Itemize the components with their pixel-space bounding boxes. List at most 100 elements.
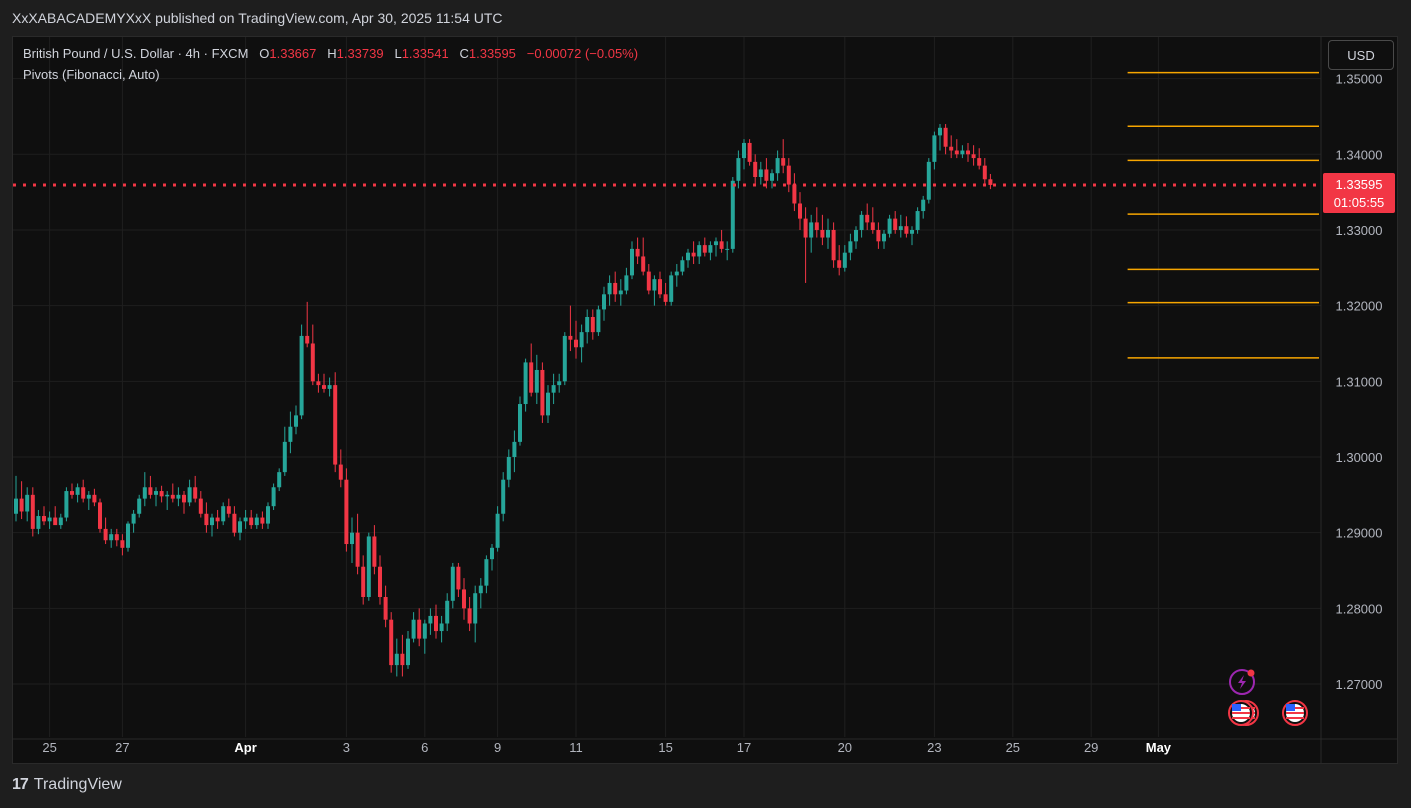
currency-button[interactable]: USD	[1328, 40, 1394, 70]
candle	[551, 373, 556, 405]
candle	[915, 207, 920, 234]
candle-body	[103, 528, 108, 541]
candle-body	[473, 593, 478, 624]
candle-body	[193, 487, 198, 499]
us-flag-icon[interactable]	[1282, 700, 1308, 726]
candlestick-chart[interactable]: 1.35000 1.34000 1.33000 1.32000 1.31000 1.300…	[13, 37, 1397, 763]
candle-body	[445, 600, 450, 624]
candle-body	[344, 479, 349, 545]
candle	[355, 513, 360, 575]
candle	[842, 245, 847, 272]
candle-body	[915, 211, 920, 230]
candle	[848, 233, 853, 261]
candle	[882, 229, 886, 249]
candle	[327, 377, 332, 397]
candle-body	[982, 165, 987, 180]
candle-body	[719, 241, 724, 249]
candle	[870, 207, 875, 234]
us-flag-icon[interactable]	[1228, 700, 1254, 726]
candle-body	[154, 491, 158, 495]
candle	[971, 145, 976, 166]
candle	[568, 305, 573, 352]
chart-panel[interactable]: 1.35000 1.34000 1.33000 1.32000 1.31000 1.300…	[12, 36, 1398, 764]
grid	[13, 37, 1397, 763]
candle	[501, 472, 506, 522]
candle-body	[271, 487, 276, 507]
candle-body	[232, 513, 237, 533]
candle	[585, 309, 590, 344]
candle	[350, 517, 354, 563]
lightning-icon[interactable]	[1229, 669, 1255, 695]
candle	[680, 256, 685, 276]
candle-body	[142, 487, 147, 499]
candle	[25, 487, 30, 522]
candle	[271, 483, 276, 510]
candle	[596, 305, 601, 336]
candle-body	[831, 229, 836, 261]
candle-body	[148, 487, 153, 495]
candle	[378, 555, 382, 605]
candle-body	[310, 343, 315, 382]
candle	[53, 506, 58, 526]
candle	[92, 488, 97, 507]
candle-body	[753, 161, 758, 177]
time-axis: 25 27 Apr 3 6 9 11 15 17 20 23 25 29 May	[42, 740, 1171, 755]
candle-body	[417, 619, 422, 639]
candle	[786, 158, 791, 193]
candle-body	[406, 638, 410, 666]
candle	[81, 479, 86, 503]
price-tick-label: 1.31000	[1336, 374, 1383, 389]
candle	[170, 483, 175, 503]
candle-body	[792, 184, 797, 204]
candle	[540, 362, 545, 423]
candle-body	[943, 127, 948, 147]
candle	[70, 483, 74, 499]
candle-body	[428, 615, 433, 624]
candle-body	[165, 494, 170, 497]
symbol-title[interactable]: British Pound / U.S. Dollar · 4h · FXCM	[23, 46, 248, 61]
candle	[434, 604, 438, 639]
candle	[798, 192, 802, 230]
candle-body	[764, 169, 769, 181]
candle	[478, 578, 483, 609]
candle-body	[81, 487, 86, 499]
candle-body	[775, 158, 780, 174]
candle-body	[674, 271, 679, 276]
candle-body	[663, 294, 668, 302]
candle-body	[98, 502, 102, 529]
candle	[725, 241, 730, 261]
candle	[462, 578, 466, 620]
candle	[954, 139, 959, 159]
candle-body	[870, 222, 875, 230]
time-tick-label: 27	[115, 740, 129, 755]
candle	[977, 148, 982, 170]
candle-body	[501, 479, 506, 514]
candle	[383, 585, 388, 628]
candle	[814, 207, 819, 238]
candle-body	[971, 154, 976, 159]
candle-body	[114, 534, 119, 541]
candle-body	[921, 199, 926, 212]
open-value: 1.33667	[269, 46, 317, 61]
time-tick-label: 23	[927, 740, 941, 755]
candle	[467, 597, 472, 632]
candle	[982, 158, 987, 185]
candle	[826, 218, 830, 249]
indicator-legend[interactable]: Pivots (Fibonacci, Auto)	[23, 67, 160, 82]
candle-body	[42, 516, 46, 522]
candle-body	[686, 252, 690, 261]
candle	[131, 509, 136, 533]
candle-body	[64, 491, 69, 518]
candle-body	[988, 179, 993, 185]
close-value: 1.33595	[468, 46, 516, 61]
price-tick-label: 1.32000	[1336, 299, 1383, 314]
candle	[943, 124, 948, 155]
candle	[64, 487, 69, 522]
candle	[753, 154, 758, 185]
candle	[691, 241, 696, 265]
candle	[411, 612, 416, 643]
candle-body	[378, 566, 382, 597]
candle	[439, 615, 444, 643]
low-value: 1.33541	[401, 46, 449, 61]
candle-body	[641, 256, 646, 272]
